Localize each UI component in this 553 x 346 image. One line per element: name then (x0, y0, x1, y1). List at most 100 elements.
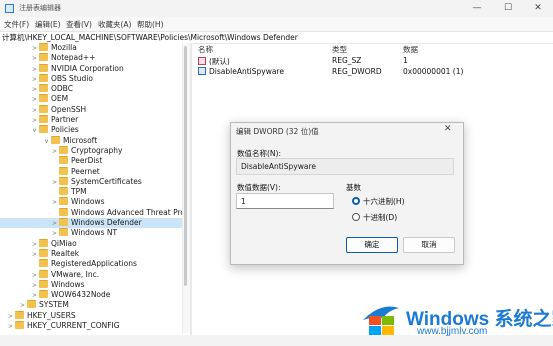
tree-node-label: Partner (51, 115, 79, 125)
tree-node[interactable]: Peernet (0, 166, 190, 177)
decimal-radio-label[interactable]: 十进制(D) (363, 212, 397, 223)
decimal-radio[interactable] (352, 213, 360, 221)
tree-node-label: Windows (51, 279, 85, 289)
value-data-input[interactable]: 1 (236, 193, 334, 209)
tree-node[interactable]: > OBS Studio (0, 73, 190, 84)
tree-node-label: Realtek (51, 248, 80, 258)
tree-node-label: PeerDist (71, 156, 103, 166)
minimize-button[interactable]: — (462, 0, 492, 17)
tree-node-label: Mozilla (51, 43, 77, 52)
tree-node[interactable]: v Policies (0, 125, 190, 135)
menu-favorites[interactable]: 收藏夹(A) (98, 19, 131, 30)
tree-node[interactable]: PeerDist (0, 156, 190, 166)
tree-node-label: QiMiao (51, 238, 77, 248)
watermark-url: www.bjjmlv.com (417, 326, 488, 337)
maximize-button[interactable]: ☐ (493, 0, 523, 17)
windows-logo-watermark (363, 306, 399, 335)
folder-icon (39, 259, 48, 268)
tree-node[interactable]: > Windows Defender (0, 218, 190, 229)
tree-node[interactable]: v Microsoft (0, 135, 190, 146)
column-type-header[interactable]: 类型 (332, 44, 347, 55)
chevron-right-icon[interactable]: > (6, 322, 15, 332)
folder-icon (59, 197, 68, 206)
value-name-field: DisableAntiSpyware (236, 158, 454, 175)
tree-node[interactable]: > Windows (0, 197, 190, 207)
hex-radio-label[interactable]: 十六进制(H) (363, 196, 405, 207)
base-group-label: 基数 (346, 183, 361, 192)
tree-node-label: VMware, Inc. (51, 269, 100, 279)
tree-node[interactable]: > QiMiao (0, 238, 190, 249)
menu-file[interactable]: 文件(F) (4, 19, 29, 30)
folder-icon (39, 248, 48, 257)
tree-node[interactable]: > ODBC (0, 84, 190, 94)
tree-node-label: OEM (51, 94, 69, 104)
tree-node-label: Policies (51, 125, 79, 135)
folder-icon (39, 115, 48, 124)
tree-node[interactable]: > SYSTEM (0, 300, 190, 310)
folder-icon (51, 135, 60, 144)
tree-node-label: OBS Studio (51, 73, 93, 83)
value-row-name[interactable]: DisableAntiSpyware (198, 67, 284, 76)
tree-node[interactable]: > NVIDIA Corporation (0, 63, 190, 74)
binary-value-icon (198, 67, 206, 75)
tree-node[interactable]: > SystemCertificates (0, 176, 190, 187)
folder-icon (39, 43, 48, 51)
tree-node[interactable]: > Partner (0, 115, 190, 125)
folder-icon (59, 156, 68, 165)
chevron-down-icon[interactable]: v (30, 126, 39, 136)
pane-splitter[interactable] (190, 43, 192, 343)
ab-string-icon (198, 57, 206, 65)
chevron-right-icon[interactable]: > (30, 54, 39, 64)
tree-node-label: TPM (71, 187, 87, 197)
cancel-button[interactable]: 取消 (403, 237, 455, 253)
tree-node[interactable]: > OEM (0, 94, 190, 104)
value-row-name[interactable]: (默认) (198, 56, 230, 67)
tree-node[interactable]: Windows Advanced Threat Prote (0, 207, 193, 218)
folder-icon (39, 125, 48, 134)
folder-icon (39, 290, 48, 299)
logo-tile-red (369, 316, 381, 325)
column-data-header[interactable]: 数据 (403, 44, 418, 55)
chevron-right-icon[interactable]: > (18, 301, 27, 311)
menu-help[interactable]: 帮助(H) (137, 19, 164, 30)
folder-icon (27, 300, 36, 309)
logo-tile-yellow (382, 326, 394, 335)
tree-node[interactable]: > VMware, Inc. (0, 269, 190, 280)
tree-node[interactable]: TPM (0, 187, 190, 197)
tree-node[interactable]: > Notepad++ (0, 53, 190, 63)
chevron-right-icon[interactable]: > (30, 95, 39, 105)
tree-node[interactable]: RegisteredApplications (0, 259, 190, 269)
tree-node[interactable]: > WOW6432Node (0, 290, 190, 300)
tree-node[interactable]: > OpenSSH (0, 104, 190, 115)
ok-button[interactable]: 确定 (346, 237, 398, 253)
close-button[interactable]: ✕ (523, 0, 553, 17)
tree-node[interactable]: > Cryptography (0, 145, 190, 156)
chevron-right-icon[interactable]: > (50, 198, 59, 208)
registry-tree[interactable]: > Mozilla > Notepad++ > NVIDIA Corporation > OB… (0, 43, 193, 335)
tree-node[interactable]: > Windows NT (0, 228, 190, 238)
tree-scrollbar-thumb[interactable] (184, 46, 187, 286)
menu-edit[interactable]: 编辑(E) (35, 19, 61, 30)
folder-icon (39, 279, 48, 288)
tree-node-label: Windows (71, 197, 105, 207)
column-name-header[interactable]: 名称 (198, 44, 213, 55)
dialog-close-icon[interactable]: ✕ (444, 124, 452, 134)
hex-radio[interactable] (352, 197, 360, 205)
tree-node[interactable]: > HKEY_USERS (0, 310, 190, 321)
tree-node[interactable]: > HKEY_CURRENT_CONFIG (0, 321, 190, 331)
folder-icon (15, 310, 24, 319)
tree-node-label: Windows Advanced Threat Prote (71, 207, 193, 217)
tree-node-label: Windows Defender (71, 218, 142, 228)
tree-node[interactable]: > Mozilla (0, 43, 190, 53)
tree-node-label: RegisteredApplications (51, 259, 137, 269)
address-path[interactable]: 计算机\HKEY_LOCAL_MACHINE\SOFTWARE\Policies… (2, 32, 298, 43)
regedit-app-icon (5, 4, 14, 13)
tree-node[interactable]: > Realtek (0, 248, 190, 259)
folder-icon (59, 207, 68, 216)
tree-node-label: OpenSSH (51, 104, 87, 114)
logo-tile-blue (369, 326, 381, 335)
tree-node[interactable]: > Windows (0, 279, 190, 290)
dialog-title: 编辑 DWORD (32 位)值 (236, 127, 319, 136)
menu-view[interactable]: 查看(V) (66, 19, 92, 30)
folder-icon (59, 145, 68, 154)
